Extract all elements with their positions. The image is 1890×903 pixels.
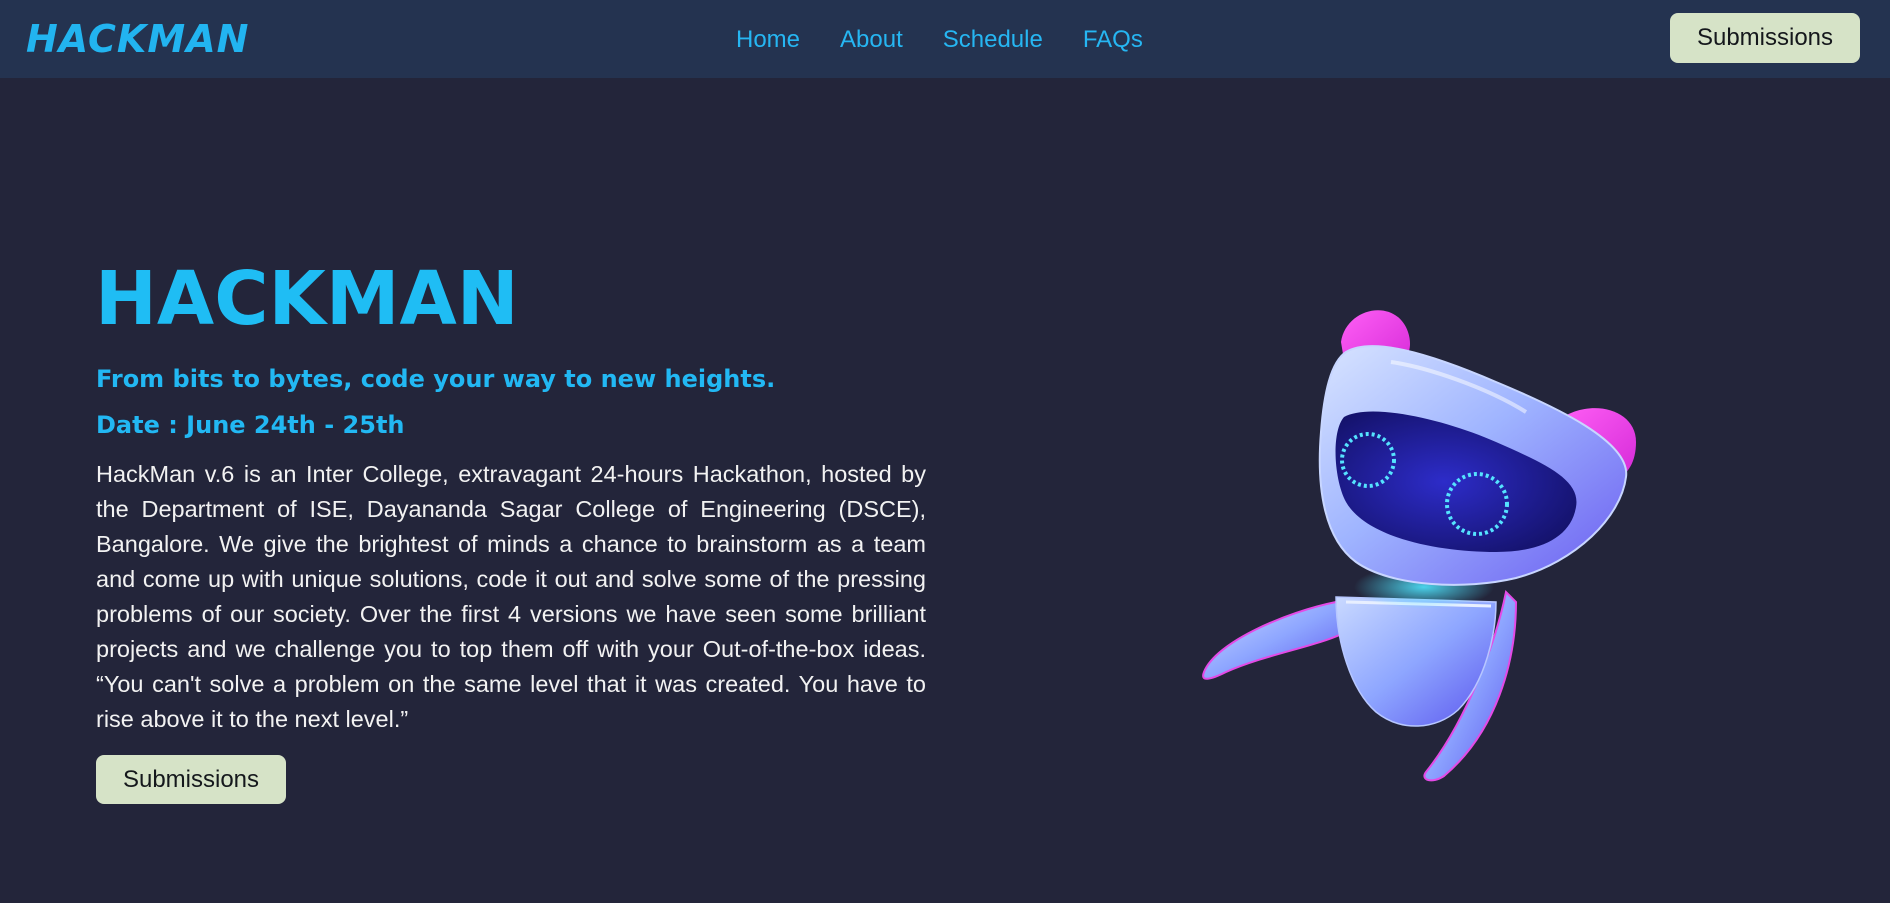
event-date: Date : June 24th - 25th (96, 411, 405, 439)
header-submissions-button[interactable]: Submissions (1670, 13, 1860, 63)
main-nav: Home About Schedule FAQs (736, 22, 1143, 58)
nav-link-home[interactable]: Home (736, 26, 800, 54)
nav-link-about[interactable]: About (840, 26, 903, 54)
hero-submissions-button[interactable]: Submissions (96, 755, 286, 804)
logo[interactable]: HACKMAN (26, 16, 249, 62)
hero-title: HACKMAN (95, 256, 519, 342)
hero-tagline: From bits to bytes, code your way to new… (96, 365, 776, 393)
navbar: HACKMAN Home About Schedule FAQs Submiss… (0, 0, 1890, 78)
nav-link-schedule[interactable]: Schedule (943, 26, 1043, 54)
nav-link-faqs[interactable]: FAQs (1083, 26, 1143, 54)
hero-description: HackMan v.6 is an Inter College, extrava… (96, 461, 926, 732)
robot-mascot-icon (1202, 310, 1636, 782)
